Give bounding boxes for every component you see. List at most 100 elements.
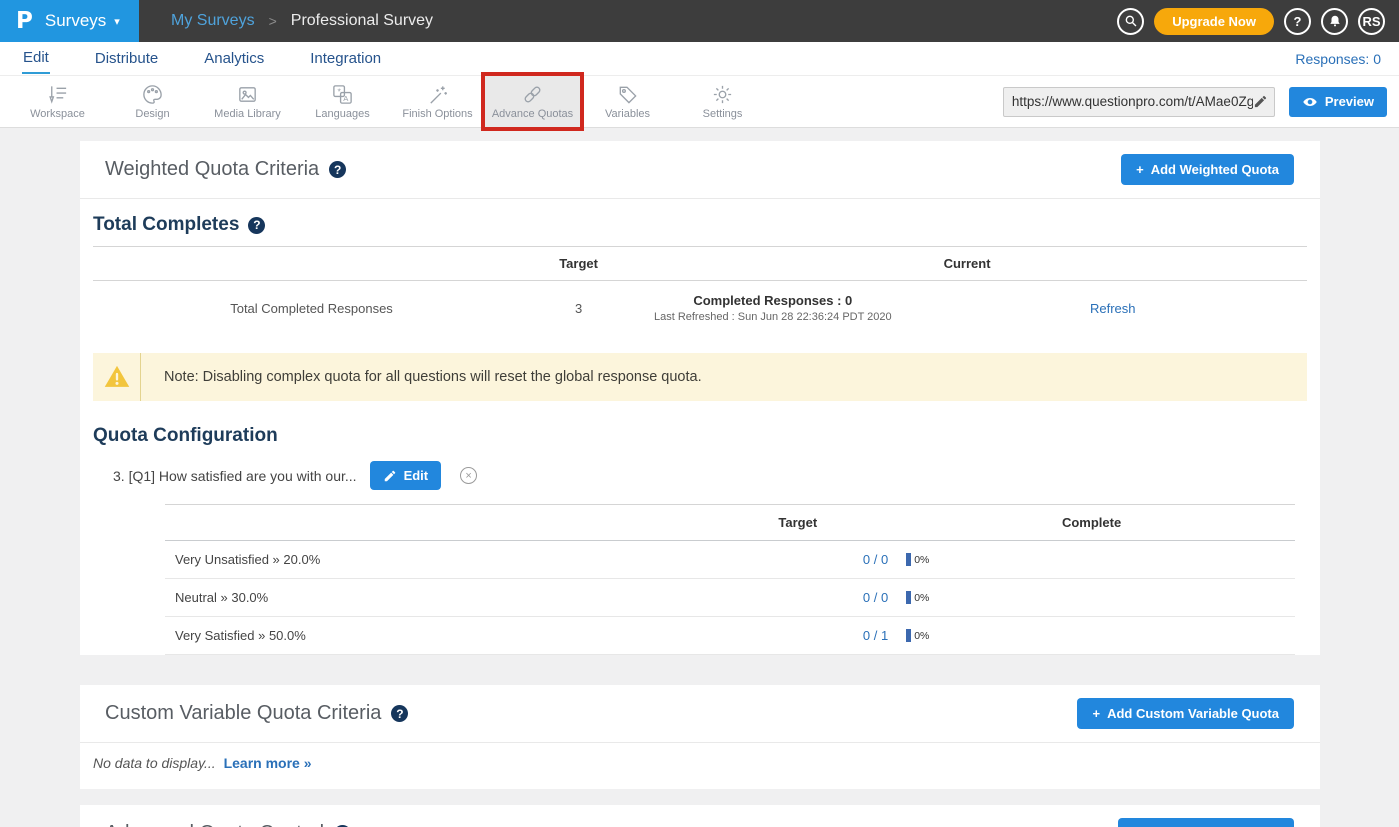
column-header-current: Current	[627, 247, 1307, 280]
questionpro-logo-icon: P	[16, 8, 33, 34]
eye-icon	[1302, 94, 1318, 110]
breadcrumb-my-surveys[interactable]: My Surveys	[171, 12, 255, 30]
custom-variable-quota-title: Custom Variable Quota Criteria ?	[105, 702, 408, 725]
help-icon[interactable]: ?	[329, 161, 346, 178]
table-row: Very Satisfied » 50.0% 0 / 1 0%	[165, 617, 1295, 655]
toolbar-item-media-library[interactable]: Media Library	[200, 76, 295, 127]
target-value: 3	[530, 289, 627, 332]
chain-link-icon	[521, 83, 544, 106]
quota-complete-cell: 0%	[888, 542, 1295, 577]
workspace-icon	[46, 83, 69, 106]
no-data-text: No data to display...	[93, 755, 216, 771]
survey-nav-tabs: Edit Distribute Analytics Integration Re…	[0, 42, 1399, 76]
question-label: 3. [Q1] How satisfied are you with our..…	[113, 468, 357, 484]
column-header-target: Target	[707, 505, 888, 540]
toolbar-item-design[interactable]: Design	[105, 76, 200, 127]
quota-target-value[interactable]: 0 / 0	[707, 541, 888, 578]
survey-url-field	[1003, 87, 1275, 117]
toolbar-item-finish-options[interactable]: Finish Options	[390, 76, 485, 127]
quota-target-value[interactable]: 0 / 1	[707, 617, 888, 654]
tab-analytics[interactable]: Analytics	[203, 44, 265, 73]
preview-button[interactable]: Preview	[1289, 87, 1387, 117]
magic-wand-icon	[426, 83, 449, 106]
column-spacer	[93, 255, 530, 273]
toolbar-item-workspace[interactable]: Workspace	[10, 76, 105, 127]
total-completed-responses-label: Total Completed Responses	[93, 289, 530, 332]
svg-text:A: A	[343, 94, 349, 103]
quota-table: Target Complete Very Unsatisfied » 20.0%…	[165, 504, 1295, 655]
column-header-target: Target	[530, 247, 627, 280]
responses-count: Responses: 0	[1295, 51, 1381, 67]
plus-icon: +	[1136, 162, 1144, 177]
answer-option-label: Very Satisfied » 50.0%	[165, 617, 707, 654]
advanced-quota-title: Advanced Quota Control ?	[105, 822, 351, 827]
answer-option-label: Neutral » 30.0%	[165, 579, 707, 616]
percent-complete: 0%	[914, 554, 929, 566]
total-completes-title: Total Completes ?	[93, 199, 1307, 246]
quota-target-value[interactable]: 0 / 0	[707, 579, 888, 616]
total-completes-section: Total Completes ? Target Current Total C…	[93, 199, 1307, 655]
warning-triangle-icon	[102, 363, 132, 391]
table-row: Neutral » 30.0% 0 / 0 0%	[165, 579, 1295, 617]
survey-url-input[interactable]	[1012, 94, 1253, 109]
warning-note-text: Note: Disabling complex quota for all qu…	[141, 353, 702, 401]
table-row: Total Completed Responses 3 Completed Re…	[93, 281, 1307, 339]
remove-quota-icon[interactable]: ×	[460, 467, 477, 484]
toolbar-item-advance-quotas[interactable]: Advance Quotas	[485, 76, 580, 127]
percent-complete: 0%	[914, 592, 929, 604]
answer-option-label: Very Unsatisfied » 20.0%	[165, 541, 707, 578]
design-palette-icon	[141, 83, 164, 106]
quota-complete-cell: 0%	[888, 618, 1295, 653]
avatar-initials: RS	[1362, 14, 1380, 29]
add-weighted-quota-button[interactable]: + Add Weighted Quota	[1121, 154, 1294, 185]
breadcrumb: My Surveys > Professional Survey	[171, 0, 433, 42]
gear-icon	[711, 83, 734, 106]
warning-note: Note: Disabling complex quota for all qu…	[93, 353, 1307, 401]
user-avatar[interactable]: RS	[1358, 8, 1385, 35]
progress-bar	[906, 553, 911, 566]
advanced-quota-card: Advanced Quota Control ? + Add Advanced …	[80, 805, 1320, 827]
quota-question-row: 3. [Q1] How satisfied are you with our..…	[113, 461, 1307, 490]
edit-toolbar: Workspace Design Media Library A* Langua…	[0, 76, 1399, 128]
add-advanced-quota-button[interactable]: + Add Advanced Quota	[1118, 818, 1294, 827]
help-icon[interactable]: ?	[248, 217, 265, 234]
table-row: Very Unsatisfied » 20.0% 0 / 0 0%	[165, 541, 1295, 579]
toolbar-item-variables[interactable]: Variables	[580, 76, 675, 127]
page-body: Weighted Quota Criteria ? + Add Weighted…	[0, 128, 1399, 827]
chevron-down-icon: ▾	[114, 15, 120, 28]
help-button[interactable]: ?	[1284, 8, 1311, 35]
help-icon[interactable]: ?	[391, 705, 408, 722]
total-completes-table: Target Current Total Completed Responses…	[93, 246, 1307, 339]
search-button[interactable]	[1117, 8, 1144, 35]
learn-more-link[interactable]: Learn more »	[224, 755, 312, 771]
breadcrumb-current-survey: Professional Survey	[291, 12, 433, 30]
bell-icon	[1328, 14, 1342, 28]
refresh-link[interactable]: Refresh	[1090, 301, 1136, 316]
tab-integration[interactable]: Integration	[309, 44, 382, 73]
edit-quota-button[interactable]: Edit	[370, 461, 442, 490]
completed-responses-count: Completed Responses : 0	[627, 293, 918, 308]
toolbar-item-settings[interactable]: Settings	[675, 76, 770, 127]
upgrade-now-button[interactable]: Upgrade Now	[1154, 8, 1274, 35]
toolbar-item-languages[interactable]: A* Languages	[295, 76, 390, 127]
app-menu-label: Surveys	[45, 11, 106, 31]
tab-edit[interactable]: Edit	[22, 43, 50, 74]
custom-variable-quota-card: Custom Variable Quota Criteria ? + Add C…	[80, 685, 1320, 789]
last-refreshed-timestamp: Last Refreshed : Sun Jun 28 22:36:24 PDT…	[627, 311, 918, 323]
edit-url-pencil-icon[interactable]	[1253, 94, 1268, 109]
notifications-button[interactable]	[1321, 8, 1348, 35]
top-navbar: P Surveys ▾ My Surveys > Professional Su…	[0, 0, 1399, 42]
add-custom-variable-quota-button[interactable]: + Add Custom Variable Quota	[1077, 698, 1294, 729]
quota-complete-cell: 0%	[888, 580, 1295, 615]
weighted-quota-title: Weighted Quota Criteria ?	[105, 158, 346, 181]
edit-pencil-icon	[383, 469, 397, 483]
current-cell: Completed Responses : 0 Last Refreshed :…	[627, 281, 918, 339]
quota-configuration-title: Quota Configuration	[93, 423, 1307, 457]
app-menu[interactable]: P Surveys ▾	[0, 0, 139, 42]
progress-bar	[906, 591, 911, 604]
empty-state-row: No data to display... Learn more »	[80, 743, 1320, 789]
progress-bar	[906, 629, 911, 642]
media-image-icon	[236, 83, 259, 106]
tab-distribute[interactable]: Distribute	[94, 44, 159, 73]
question-icon: ?	[1294, 14, 1302, 29]
